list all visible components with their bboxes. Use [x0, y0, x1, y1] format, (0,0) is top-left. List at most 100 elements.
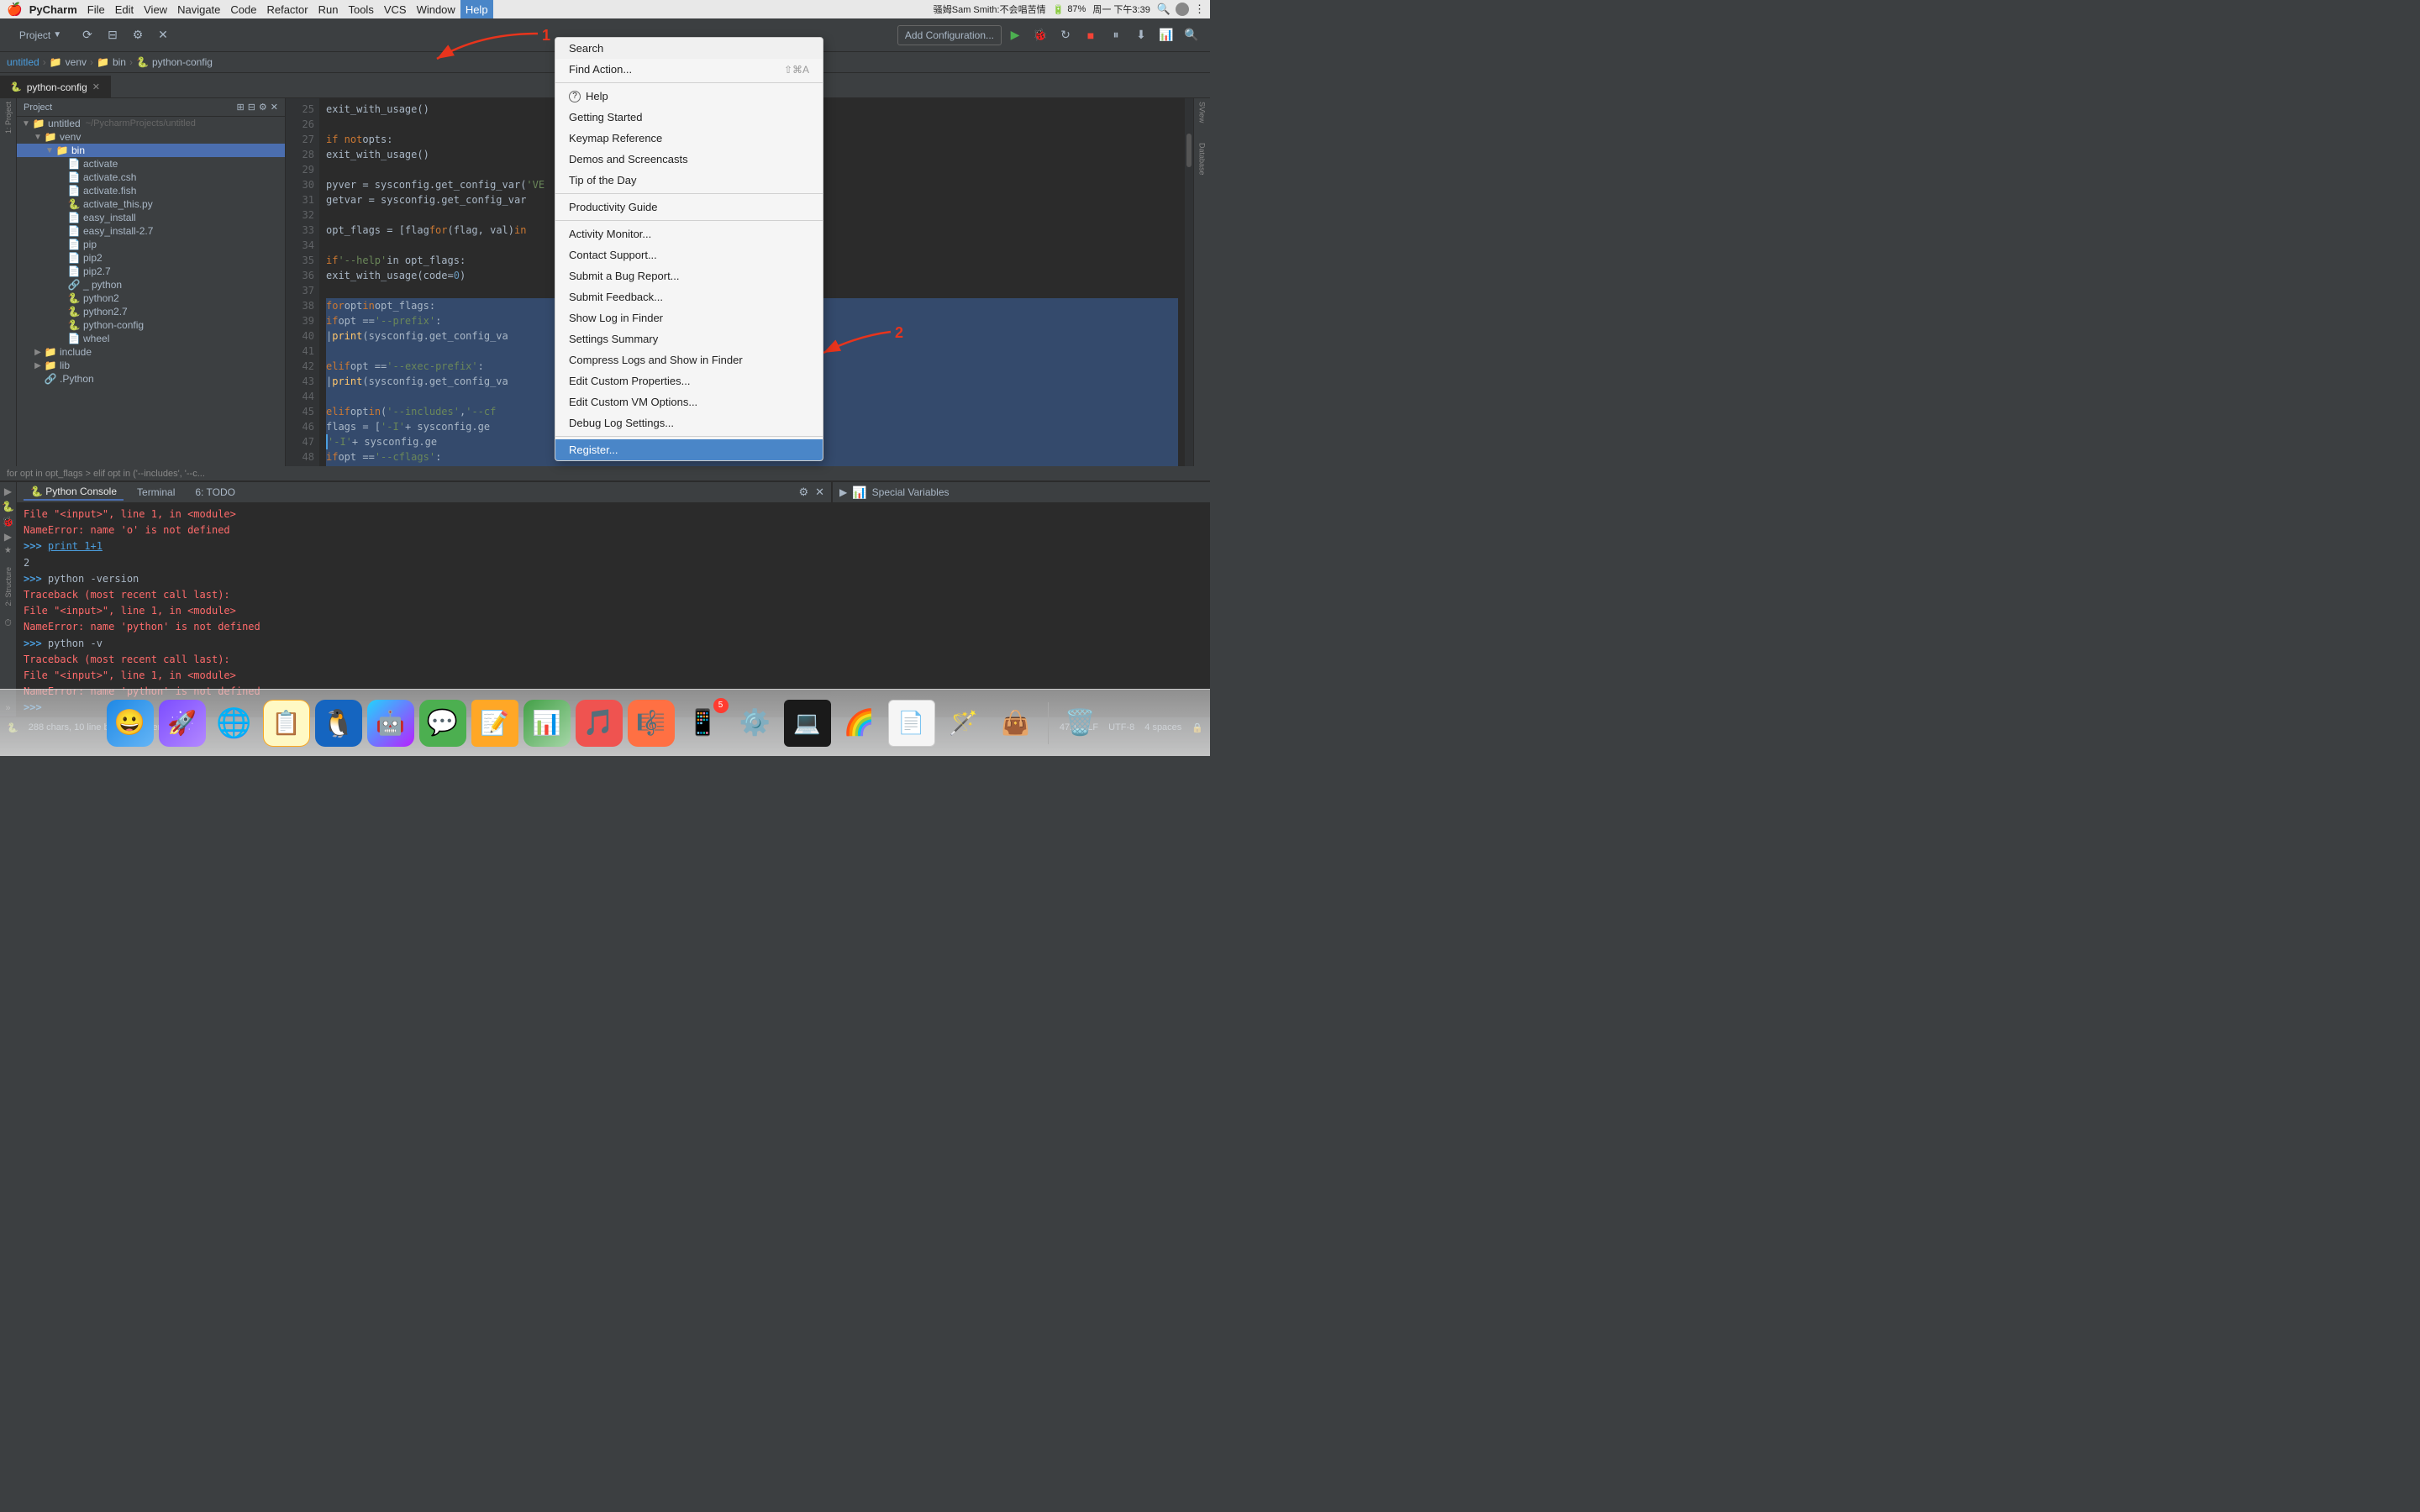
- menu-code[interactable]: Code: [225, 0, 261, 18]
- tree-item-activate[interactable]: 📄 activate: [17, 157, 285, 171]
- dock-chrome[interactable]: 🌐: [211, 700, 258, 747]
- tree-item-dot-python[interactable]: 🔗 .Python: [17, 372, 285, 386]
- help-menu-compress-logs[interactable]: Compress Logs and Show in Finder: [555, 349, 823, 370]
- tree-item-pip2[interactable]: 📄 pip2: [17, 251, 285, 265]
- dock-numbers[interactable]: 📊: [523, 700, 571, 747]
- menu-help[interactable]: Help: [460, 0, 493, 18]
- dock-trash[interactable]: 🗑️: [1057, 700, 1104, 747]
- structure-icon[interactable]: 2: Structure: [4, 567, 13, 606]
- help-menu-search[interactable]: Search: [555, 38, 823, 59]
- tree-item-lib[interactable]: ▶ 📁 lib: [17, 359, 285, 372]
- help-menu-help[interactable]: ? Help: [555, 86, 823, 107]
- dock-qq[interactable]: 🐧: [315, 700, 362, 747]
- help-menu-demos[interactable]: Demos and Screencasts: [555, 149, 823, 170]
- dock-notes[interactable]: 📋: [263, 700, 310, 747]
- tab-python-config[interactable]: 🐍 python-config ✕: [0, 76, 111, 97]
- dock-settings[interactable]: ⚙️: [732, 700, 779, 747]
- search-icon[interactable]: 🔍: [1157, 3, 1171, 16]
- tree-item-easy-install[interactable]: 📄 easy_install: [17, 211, 285, 224]
- toolbar-sync[interactable]: ⟳: [76, 24, 99, 47]
- menu-edit[interactable]: Edit: [110, 0, 139, 18]
- debug-icon[interactable]: 🐞: [2, 516, 14, 528]
- help-menu-contact[interactable]: Contact Support...: [555, 244, 823, 265]
- run-icon[interactable]: ▶: [4, 486, 12, 497]
- python-console-icon[interactable]: 🐍: [2, 501, 14, 512]
- tree-item-pip[interactable]: 📄 pip: [17, 238, 285, 251]
- tree-item-activate-fish[interactable]: 📄 activate.fish: [17, 184, 285, 197]
- toolbar-pause[interactable]: ⏸: [1104, 24, 1128, 47]
- help-menu-getting-started[interactable]: Getting Started: [555, 107, 823, 128]
- breadcrumb-untitled[interactable]: untitled: [7, 56, 39, 68]
- left-icon-1[interactable]: 1: Project: [4, 102, 13, 134]
- dock-terminal[interactable]: 💻: [784, 700, 831, 747]
- project-dropdown[interactable]: Project ▼: [7, 24, 74, 47]
- tree-item-python27[interactable]: 🐍 python2.7: [17, 305, 285, 318]
- dock-textedit[interactable]: 📄: [888, 700, 935, 747]
- menu-run[interactable]: Run: [313, 0, 344, 18]
- sidebar-expand-all[interactable]: ⊞: [236, 102, 244, 113]
- dock-pycharm[interactable]: 🤖: [367, 700, 414, 747]
- tree-item-pip27[interactable]: 📄 pip2.7: [17, 265, 285, 278]
- sview-icon[interactable]: SView: [1198, 102, 1207, 123]
- dock-launchpad[interactable]: 🚀: [159, 700, 206, 747]
- console-tab-python[interactable]: 🐍 Python Console: [24, 484, 124, 501]
- tree-item-activate-this-py[interactable]: 🐍 activate_this.py: [17, 197, 285, 211]
- tree-item-activate-csh[interactable]: 📄 activate.csh: [17, 171, 285, 184]
- app-name[interactable]: PyCharm: [29, 3, 77, 16]
- help-menu-keymap[interactable]: Keymap Reference: [555, 128, 823, 149]
- editor-scrollbar[interactable]: [1185, 98, 1193, 466]
- menu-window[interactable]: Window: [412, 0, 460, 18]
- toolbar-step[interactable]: ⬇: [1129, 24, 1153, 47]
- sidebar-collapse-all[interactable]: ⊟: [248, 102, 255, 113]
- more-icon[interactable]: ⋮: [1194, 3, 1205, 16]
- tree-item-untitled[interactable]: ▼ 📁 untitled ~/PycharmProjects/untitled: [17, 117, 285, 130]
- breadcrumb-venv[interactable]: venv: [66, 56, 87, 68]
- help-menu-edit-props[interactable]: Edit Custom Properties...: [555, 370, 823, 391]
- dock-downloads[interactable]: 👜: [992, 700, 1039, 747]
- help-menu-register[interactable]: Register...: [555, 439, 823, 460]
- console-close[interactable]: ✕: [815, 486, 824, 499]
- toolbar-close[interactable]: ✕: [151, 24, 175, 47]
- tree-item-python2[interactable]: 🐍 python2: [17, 291, 285, 305]
- sidebar-close[interactable]: ✕: [271, 102, 278, 113]
- menu-vcs[interactable]: VCS: [379, 0, 412, 18]
- menu-file[interactable]: File: [82, 0, 110, 18]
- dock-garageband[interactable]: 🎼: [628, 700, 675, 747]
- user-avatar[interactable]: [1176, 3, 1189, 16]
- apple-menu[interactable]: 🍎: [7, 2, 23, 17]
- help-menu-tip[interactable]: Tip of the Day: [555, 170, 823, 191]
- tree-item-python[interactable]: 🔗 _ python: [17, 278, 285, 291]
- favorites-icon[interactable]: ★: [4, 546, 12, 555]
- console-content[interactable]: File "<input>", line 1, in <module> Name…: [17, 503, 831, 717]
- console-tab-todo[interactable]: 6: TODO: [188, 485, 242, 500]
- expand-vars[interactable]: ▶: [839, 486, 847, 498]
- tab-close-button[interactable]: ✕: [92, 81, 100, 92]
- menu-refactor[interactable]: Refactor: [261, 0, 313, 18]
- dock-appstore[interactable]: 📱 5: [680, 700, 727, 747]
- tree-item-wheel[interactable]: 📄 wheel: [17, 332, 285, 345]
- menu-view[interactable]: View: [139, 0, 172, 18]
- help-menu-edit-vm[interactable]: Edit Custom VM Options...: [555, 391, 823, 412]
- dock-music[interactable]: 🎵: [576, 700, 623, 747]
- menu-tools[interactable]: Tools: [343, 0, 378, 18]
- toolbar-settings[interactable]: ⚙: [126, 24, 150, 47]
- database-icon[interactable]: Database: [1198, 143, 1207, 176]
- help-menu-show-log[interactable]: Show Log in Finder: [555, 307, 823, 328]
- toolbar-run[interactable]: ▶: [1003, 24, 1027, 47]
- toolbar-rerun[interactable]: ↻: [1054, 24, 1077, 47]
- dock-stickies[interactable]: 📝: [471, 700, 518, 747]
- terminal-icon[interactable]: ▶: [4, 531, 12, 543]
- toolbar-stop[interactable]: ■: [1079, 24, 1102, 47]
- console-settings[interactable]: ⚙: [798, 486, 808, 499]
- toolbar-debug[interactable]: 🐞: [1028, 24, 1052, 47]
- tree-item-include[interactable]: ▶ 📁 include: [17, 345, 285, 359]
- tree-item-python-config[interactable]: 🐍 python-config: [17, 318, 285, 332]
- tree-item-easy-install-27[interactable]: 📄 easy_install-2.7: [17, 224, 285, 238]
- help-menu-feedback[interactable]: Submit Feedback...: [555, 286, 823, 307]
- dock-finder[interactable]: 😀: [107, 700, 154, 747]
- help-menu-settings-summary[interactable]: Settings Summary: [555, 328, 823, 349]
- toolbar-collapse[interactable]: ⊟: [101, 24, 124, 47]
- toolbar-search-everywhere[interactable]: 🔍: [1180, 24, 1203, 47]
- dock-preview[interactable]: 🪄: [940, 700, 987, 747]
- toolbar-coverage[interactable]: 📊: [1155, 24, 1178, 47]
